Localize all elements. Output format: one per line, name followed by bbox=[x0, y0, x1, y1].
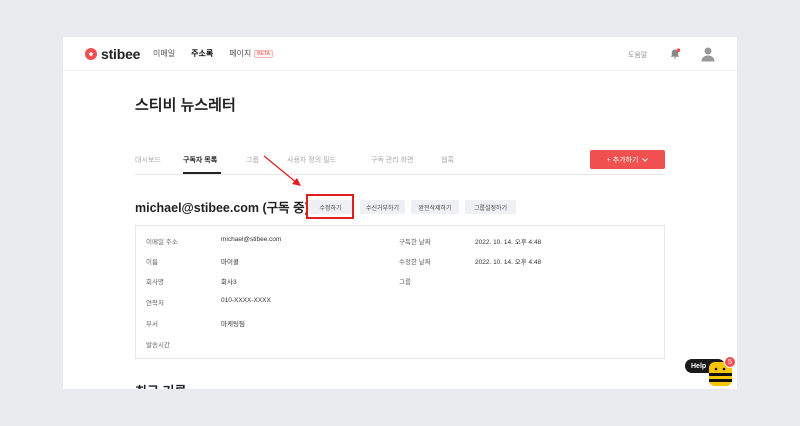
label-company: 회사명 bbox=[146, 279, 164, 286]
add-button[interactable]: + 추가하기 bbox=[590, 150, 665, 169]
beta-badge: BETA bbox=[254, 50, 273, 58]
help-chat-label: Help bbox=[691, 362, 707, 370]
value-department: 마케팅팀 bbox=[221, 321, 245, 328]
unsubscribe-button[interactable]: 수신거부하기 bbox=[360, 200, 405, 214]
logo-text: stibee bbox=[101, 46, 141, 62]
value-modified-date: 2022. 10. 14. 오후 4:48 bbox=[475, 259, 542, 266]
value-company: 회사3 bbox=[221, 279, 237, 286]
label-department: 부서 bbox=[146, 321, 158, 328]
value-email: michael@stibee.com bbox=[221, 236, 282, 243]
bell-icon[interactable] bbox=[669, 48, 681, 60]
subscriber-info-panel: 이메일 주소 michael@stibee.com 이름 마이콜 회사명 회사3… bbox=[135, 225, 665, 359]
delete-button[interactable]: 완전삭제하기 bbox=[411, 200, 459, 214]
tab-subscription-page[interactable]: 구독 관리 화면 bbox=[371, 155, 441, 165]
label-subscribed-date: 구독한 날짜 bbox=[399, 239, 431, 246]
label-name: 이름 bbox=[146, 259, 158, 266]
add-button-label: + 추가하기 bbox=[606, 156, 639, 164]
chevron-down-icon bbox=[642, 157, 649, 162]
nav-item-email[interactable]: 이메일 bbox=[153, 48, 175, 59]
tab-subscriber-list[interactable]: 구독자 목록 bbox=[183, 155, 246, 165]
help-link[interactable]: 도움말 bbox=[628, 50, 647, 60]
label-email: 이메일 주소 bbox=[146, 239, 178, 246]
nav-item-page[interactable]: 페이지 BETA bbox=[229, 48, 273, 59]
tab-custom-fields[interactable]: 사용자 정의 필드 bbox=[287, 155, 371, 165]
value-phone: 010-XXXX-XXXX bbox=[221, 297, 271, 304]
value-subscribed-date: 2022. 10. 14. 오후 4:48 bbox=[475, 239, 542, 246]
tab-divider bbox=[135, 174, 665, 175]
label-modified-date: 수정한 날짜 bbox=[399, 259, 431, 266]
label-phone: 연락처 bbox=[146, 300, 164, 307]
page-title: 스티비 뉴스레터 bbox=[135, 97, 236, 114]
group-settings-button[interactable]: 그룹설정하기 bbox=[465, 200, 516, 214]
notification-count-badge: 5 bbox=[724, 356, 736, 368]
nav-item-addressbook[interactable]: 주소록 bbox=[191, 48, 213, 59]
subscriber-heading: michael@stibee.com (구독 중) bbox=[135, 201, 309, 215]
tab-group[interactable]: 그룹 bbox=[246, 155, 287, 165]
active-tab-indicator bbox=[183, 172, 221, 174]
nav-item-page-label: 페이지 bbox=[229, 49, 252, 58]
app-window: stibee 이메일 주소록 페이지 BETA 도움말 스티비 뉴스레터 대시보드… bbox=[63, 37, 737, 389]
recent-history-heading: 최근 기록 bbox=[135, 381, 186, 389]
logo[interactable]: stibee bbox=[85, 46, 140, 62]
highlight-box bbox=[306, 194, 354, 219]
tab-bar: 대시보드 구독자 목록 그룹 사용자 정의 필드 구독 관리 화면 웹훅 bbox=[135, 155, 471, 165]
logo-icon bbox=[85, 48, 97, 60]
tab-dashboard[interactable]: 대시보드 bbox=[135, 155, 183, 165]
user-avatar-icon[interactable] bbox=[701, 46, 715, 62]
label-send-time: 발송시간 bbox=[146, 342, 170, 349]
top-nav: stibee 이메일 주소록 페이지 BETA 도움말 bbox=[63, 37, 737, 71]
tab-webhook[interactable]: 웹훅 bbox=[441, 155, 471, 165]
value-name: 마이콜 bbox=[221, 259, 239, 266]
label-group: 그룹 bbox=[399, 279, 411, 286]
